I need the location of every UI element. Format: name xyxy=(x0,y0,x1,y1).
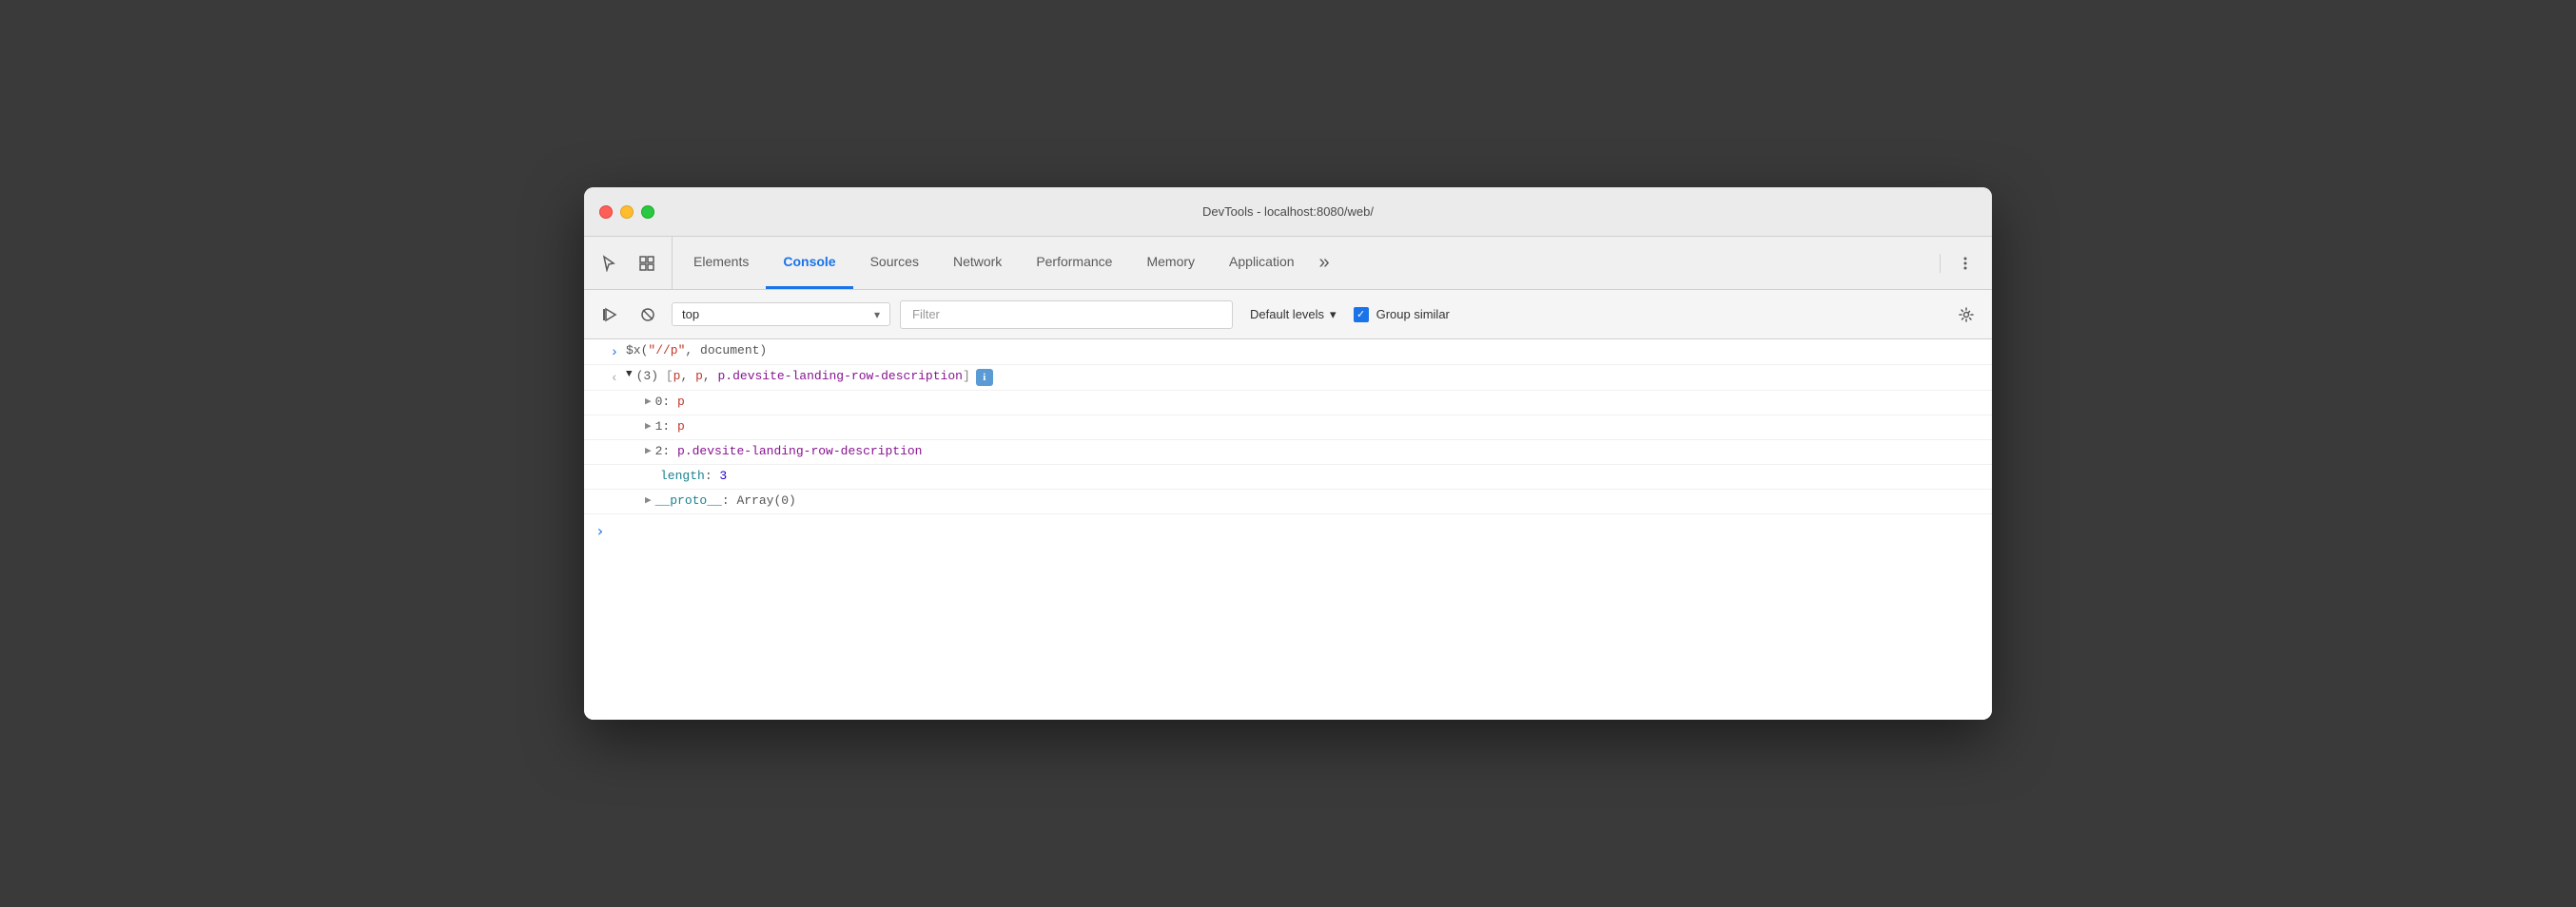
array-output: (3) [p, p, p.devsite-landing-row-descrip… xyxy=(636,369,970,383)
item-1-expand-icon[interactable]: ▶ xyxy=(645,419,652,433)
output-back-gutter: ‹ xyxy=(595,369,626,386)
console-input-line-1: › $x("//p", document) xyxy=(584,339,1992,365)
checkmark-icon: ✓ xyxy=(1356,308,1365,320)
inspect-icon-button[interactable] xyxy=(630,246,664,280)
tab-sources[interactable]: Sources xyxy=(853,237,936,289)
group-similar-checkbox[interactable]: ✓ xyxy=(1354,307,1369,322)
expand-arrow-icon[interactable]: ▼ xyxy=(626,369,633,380)
tab-memory[interactable]: Memory xyxy=(1129,237,1212,289)
item-0-content: 0: p xyxy=(655,395,685,409)
console-input-code: $x("//p", document) xyxy=(626,343,767,357)
chevron-down-icon: ▾ xyxy=(874,308,880,321)
more-options-button[interactable] xyxy=(1950,248,1981,279)
console-filter-input[interactable] xyxy=(900,300,1233,329)
array-item-0: ▶ 0: p xyxy=(584,391,1992,415)
toolbar-icons xyxy=(592,237,673,289)
proto-property: ▶ __proto__: Array(0) xyxy=(584,490,1992,514)
tab-performance[interactable]: Performance xyxy=(1019,237,1129,289)
console-empty-input-line[interactable]: › xyxy=(584,514,1992,548)
console-toolbar: top ▾ Default levels ▾ ✓ Group similar xyxy=(584,290,1992,339)
proto-content: __proto__: Array(0) xyxy=(655,493,796,508)
input-arrow-icon: › xyxy=(611,345,618,360)
tab-application[interactable]: Application xyxy=(1212,237,1312,289)
context-selector[interactable]: top ▾ xyxy=(672,302,890,326)
console-output-line-array: ‹ ▼ (3) [p, p, p.devsite-landing-row-des… xyxy=(584,365,1992,391)
input-prompt-gutter: › xyxy=(595,343,626,360)
titlebar: DevTools - localhost:8080/web/ xyxy=(584,187,1992,237)
default-levels-arrow-icon: ▾ xyxy=(1330,307,1337,322)
run-script-button[interactable] xyxy=(595,300,624,329)
item-2-content: 2: p.devsite-landing-row-description xyxy=(655,444,923,458)
minimize-button[interactable] xyxy=(620,205,634,219)
traffic-lights xyxy=(599,205,654,219)
group-similar-label: ✓ Group similar xyxy=(1354,307,1450,322)
back-arrow-icon: ‹ xyxy=(611,371,618,386)
array-item-2: ▶ 2: p.devsite-landing-row-description xyxy=(584,440,1992,465)
length-content: length: 3 xyxy=(660,469,727,483)
item-2-expand-icon[interactable]: ▶ xyxy=(645,444,652,457)
maximize-button[interactable] xyxy=(641,205,654,219)
console-prompt-icon: › xyxy=(595,522,605,540)
clear-console-button[interactable] xyxy=(634,300,662,329)
item-0-gutter xyxy=(615,395,645,396)
tabs-end-actions xyxy=(1934,248,1981,279)
tab-network[interactable]: Network xyxy=(936,237,1019,289)
array-length-property: length: 3 xyxy=(584,465,1992,490)
window-title: DevTools - localhost:8080/web/ xyxy=(1202,204,1374,219)
devtools-window: DevTools - localhost:8080/web/ Elements xyxy=(584,187,1992,720)
group-similar-text: Group similar xyxy=(1376,307,1450,321)
context-selector-value: top xyxy=(682,307,867,321)
array-item-1: ▶ 1: p xyxy=(584,415,1992,440)
item-1-gutter xyxy=(615,419,645,421)
cursor-icon-button[interactable] xyxy=(592,246,626,280)
tab-elements[interactable]: Elements xyxy=(676,237,766,289)
length-gutter xyxy=(630,469,660,471)
item-2-gutter xyxy=(615,444,645,446)
tabs-bar: Elements Console Sources Network Perform… xyxy=(584,237,1992,290)
proto-expand-icon[interactable]: ▶ xyxy=(645,493,652,507)
default-levels-button[interactable]: Default levels ▾ xyxy=(1242,303,1344,326)
item-0-expand-icon[interactable]: ▶ xyxy=(645,395,652,408)
proto-gutter xyxy=(615,493,645,495)
close-button[interactable] xyxy=(599,205,613,219)
console-content: › $x("//p", document) ‹ ▼ (3) [p, p, p.d… xyxy=(584,339,1992,720)
divider xyxy=(1940,254,1941,273)
console-settings-button[interactable] xyxy=(1952,300,1981,329)
tab-console[interactable]: Console xyxy=(766,237,852,289)
info-icon[interactable]: i xyxy=(976,369,993,386)
item-1-content: 1: p xyxy=(655,419,685,434)
more-tabs-button[interactable]: » xyxy=(1312,237,1337,289)
default-levels-label: Default levels xyxy=(1250,307,1324,321)
